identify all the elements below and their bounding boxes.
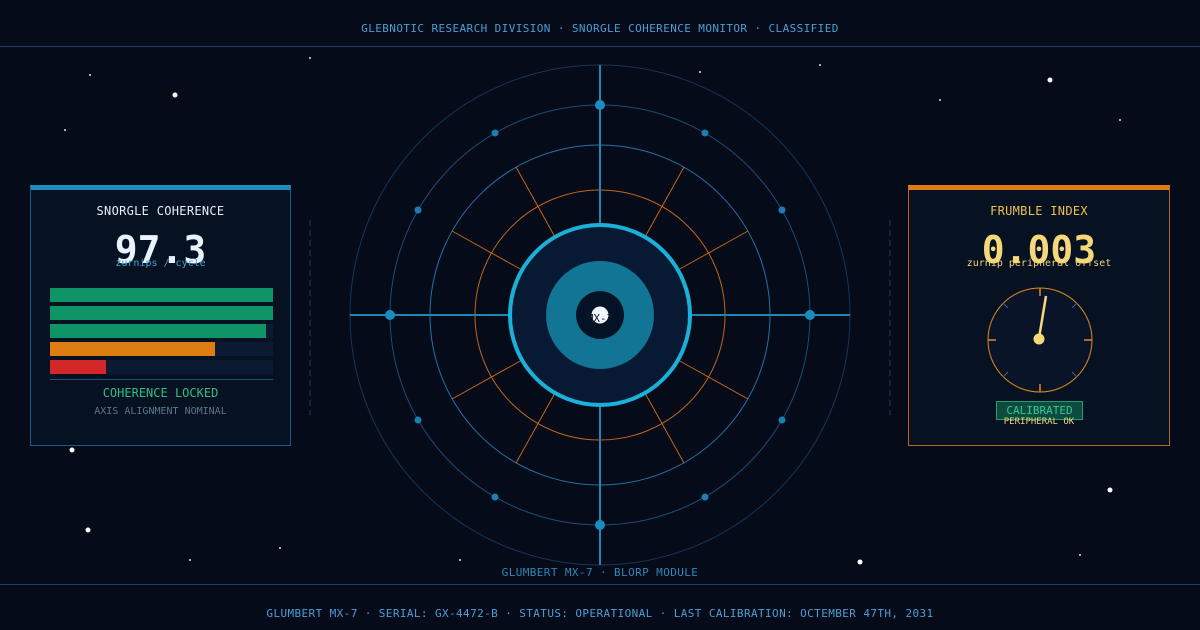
dial-gauge-icon — [987, 287, 1093, 393]
coherence-bars — [50, 288, 273, 378]
frumble-title: FRUMBLE INDEX — [990, 204, 1088, 218]
radar-caption: GLUMBERT MX-7 · BLORP MODULE — [501, 566, 699, 579]
monitor-screen: GLEBNOTIC RESEARCH DIVISION · SNORGLE CO… — [0, 0, 1200, 630]
footer-status: GLUMBERT MX-7 · SERIAL: GX-4472-B · STAT… — [266, 606, 934, 620]
coherence-bar-1 — [50, 288, 273, 302]
coherence-bar-fill — [50, 342, 216, 356]
frumble-unit: zurnip peripheral offset — [966, 258, 1112, 269]
coherence-bar-fill — [50, 288, 273, 302]
core-label: MX-7 — [586, 312, 614, 325]
coherence-substatus: AXIS ALIGNMENT NOMINAL — [94, 406, 227, 417]
coherence-bar-3 — [50, 324, 273, 338]
coherence-panel: SNORGLE COHERENCE 97.3 zurnips / cycle C… — [30, 185, 291, 446]
coherence-unit: zurnips / cycle — [115, 258, 206, 269]
bottom-footer: GLUMBERT MX-7 · SERIAL: GX-4472-B · STAT… — [0, 584, 1200, 630]
coherence-bar-fill — [50, 360, 106, 374]
coherence-bar-fill — [50, 306, 273, 320]
dial-hub — [1033, 333, 1045, 345]
coherence-status: COHERENCE LOCKED — [102, 386, 219, 400]
frumble-panel: FRUMBLE INDEX 0.003 zurnip peripheral of… — [908, 185, 1170, 446]
coherence-bar-2 — [50, 306, 273, 320]
coherence-bar-4 — [50, 342, 273, 356]
coherence-bar-fill — [50, 324, 267, 338]
peripheral-status: PERIPHERAL OK — [1003, 417, 1075, 427]
coherence-bar-5 — [50, 360, 273, 374]
coherence-title: SNORGLE COHERENCE — [96, 204, 225, 218]
panel-divider — [50, 379, 273, 380]
